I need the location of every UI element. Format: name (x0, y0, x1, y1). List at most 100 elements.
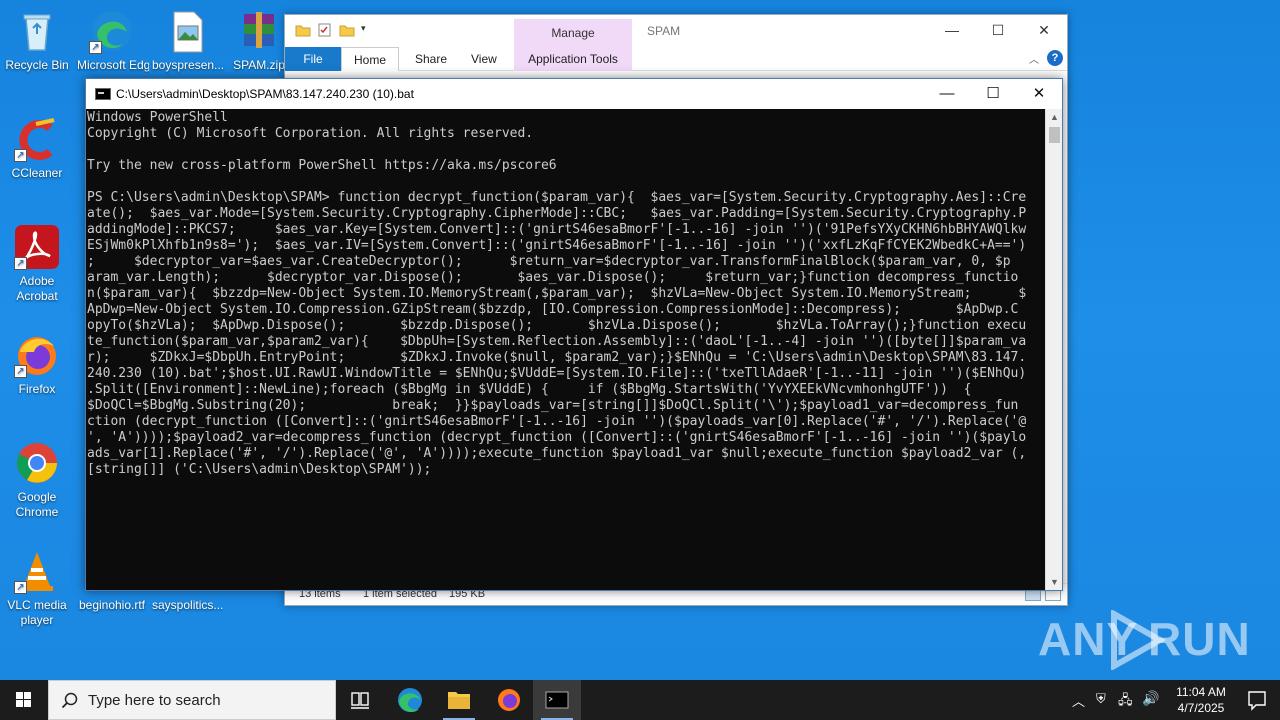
tab-application-tools[interactable]: Application Tools (514, 47, 632, 71)
shortcut-arrow-icon: ↗ (89, 41, 102, 54)
desktop-icon-adobe-acrobat[interactable]: ↗ Adobe Acrobat (0, 224, 74, 304)
scrollbar-thumb[interactable] (1049, 127, 1060, 143)
console-line: te_function($param_var,$param2_var){ $Db… (87, 334, 1027, 349)
console-line: addingMode]::PKCS7; $aes_var.Key=[System… (87, 222, 1027, 237)
console-line: ate(); $aes_var.Mode=[System.Security.Cr… (87, 206, 1027, 221)
clock-time: 11:04 AM (1176, 685, 1226, 699)
desktop-icon-label: Microsoft Edge (77, 58, 149, 72)
maximize-button[interactable]: ☐ (970, 79, 1016, 109)
chevron-up-icon[interactable]: ︿ (1029, 51, 1039, 66)
firefox-icon: ↗ (14, 332, 60, 378)
chevron-down-icon[interactable]: ▾ (361, 23, 377, 37)
notification-icon (1248, 691, 1266, 711)
desktop-icon-label: CCleaner (11, 166, 63, 180)
watermark-right-text: RUN (1148, 613, 1251, 665)
tab-home[interactable]: Home (341, 47, 400, 71)
desktop-icon-label: boyspresen... (152, 58, 225, 72)
tab-file[interactable]: File (285, 47, 341, 71)
desktop-icon-label: sayspolitics... (152, 598, 224, 612)
console-line: n($param_var){ $bzzdp=New-Object System.… (87, 286, 1027, 301)
console-line: Copyright (C) Microsoft Corporation. All… (87, 126, 534, 141)
network-icon[interactable]: 🖧 (1118, 691, 1133, 713)
console-line: r); $ZDkxJ=$DbpUh.EntryPoint; $ZDkxJ.Inv… (87, 350, 1027, 365)
taskbar: Type here to search ︿ ⛨ 🖧 🔊 11:04 AM 4/7… (0, 680, 1280, 720)
desktop-icon-label: Google Chrome (15, 490, 59, 519)
properties-icon[interactable] (317, 23, 333, 37)
explorer-title-bar[interactable]: ▾ Manage SPAM — ☐ ✕ (285, 15, 1067, 47)
volume-icon[interactable]: 🔊 (1142, 690, 1159, 707)
desktop-icon-google-chrome[interactable]: Google Chrome (0, 440, 74, 520)
console-line: Windows PowerShell (87, 110, 228, 125)
close-button[interactable]: ✕ (1021, 15, 1067, 45)
scroll-up-icon[interactable]: ▲ (1046, 109, 1063, 125)
console-line: 240.230 (10).bat';$host.UI.RawUI.WindowT… (87, 366, 1027, 381)
winrar-archive-icon (236, 8, 282, 54)
desktop-icon-label: VLC media player (7, 598, 67, 627)
cmd-icon (95, 88, 111, 100)
console-line: [string[]] ('C:\Users\admin\Desktop\SPAM… (87, 462, 432, 477)
console-output[interactable]: Windows PowerShell Copyright (C) Microsof… (86, 109, 1046, 590)
ccleaner-icon: ↗ (14, 116, 60, 162)
folder-icon (448, 692, 470, 709)
close-button[interactable]: ✕ (1016, 79, 1062, 109)
shortcut-arrow-icon: ↗ (14, 257, 27, 270)
notification-center-button[interactable] (1234, 680, 1280, 720)
image-file-icon (164, 8, 210, 54)
taskbar-command-prompt[interactable] (533, 680, 581, 720)
minimize-button[interactable]: — (929, 15, 975, 45)
console-line: opyTo($hzVLa); $ApDwp.Dispose(); $bzzdp.… (87, 318, 1027, 333)
search-icon (61, 692, 78, 709)
tab-view[interactable]: View (459, 47, 509, 71)
start-button[interactable] (0, 680, 48, 720)
taskbar-file-explorer[interactable] (435, 680, 483, 720)
console-line: ApDwp=New-Object System.IO.Compression.G… (87, 302, 1019, 317)
task-view-button[interactable] (336, 680, 384, 720)
console-scrollbar[interactable]: ▲ ▼ (1045, 109, 1062, 590)
taskbar-edge[interactable] (386, 680, 434, 720)
adobe-acrobat-icon: ↗ (14, 224, 60, 270)
explorer-window-title: SPAM (647, 24, 681, 38)
console-line: PS C:\Users\admin\Desktop\SPAM> function… (87, 190, 1027, 205)
shortcut-arrow-icon: ↗ (14, 365, 27, 378)
chrome-icon (14, 440, 60, 486)
console-line: ction (decrypt_function ([Convert]::('gn… (87, 414, 1027, 429)
desktop-icon-label: Firefox (18, 382, 56, 396)
clock-date: 4/7/2025 (1177, 701, 1225, 715)
desktop-icon-edge[interactable]: ↗ Microsoft Edge (75, 8, 149, 73)
firefox-icon (498, 689, 520, 711)
taskbar-search-box[interactable]: Type here to search (48, 680, 336, 720)
minimize-button[interactable]: — (924, 79, 970, 109)
desktop-icon-firefox[interactable]: ↗ Firefox (0, 332, 74, 397)
console-line: $DoQCl=$BbgMg.Substring(20); break; }}$p… (87, 398, 1019, 413)
desktop-icon-boyspresen[interactable]: boyspresen... (150, 8, 224, 73)
maximize-button[interactable]: ☐ (975, 15, 1021, 45)
console-line: ; $decryptor_var=$aes_var.CreateDecrypto… (87, 254, 1011, 269)
desktop-icon-vlc[interactable]: ↗ VLC media player (0, 548, 74, 628)
desktop-icon-label: Recycle Bin (5, 58, 69, 72)
console-line: ESjWm0kPlXhfb1n9s8='); $aes_var.IV=[Syst… (87, 238, 1027, 253)
windows-logo-icon (16, 692, 31, 707)
console-line: ', 'A'))));$payload2_var=decompress_func… (87, 430, 1027, 445)
new-folder-icon[interactable] (339, 23, 355, 37)
desktop-icon-recycle-bin[interactable]: Recycle Bin (0, 8, 74, 73)
console-line: ads_var[1].Replace('#', '/').Replace('@'… (87, 446, 1027, 461)
console-title-bar[interactable]: C:\Users\admin\Desktop\SPAM\83.147.240.2… (86, 79, 1062, 109)
taskbar-firefox[interactable] (485, 680, 533, 720)
tab-share[interactable]: Share (403, 47, 459, 71)
command-prompt-window[interactable]: C:\Users\admin\Desktop\SPAM\83.147.240.2… (85, 78, 1063, 591)
folder-icon[interactable] (295, 23, 311, 37)
scroll-down-icon[interactable]: ▼ (1046, 574, 1063, 590)
security-icon[interactable]: ⛨ (1096, 691, 1106, 707)
taskbar-clock[interactable]: 11:04 AM 4/7/2025 (1170, 684, 1232, 716)
cmd-icon (545, 691, 569, 709)
desktop-icon-ccleaner[interactable]: ↗ CCleaner (0, 116, 74, 181)
system-tray: ︿ ⛨ 🖧 🔊 (1066, 680, 1166, 720)
edge-icon: ↗ (89, 8, 135, 54)
help-icon[interactable]: ? (1047, 50, 1063, 66)
anyrun-watermark: ANY RUN (1038, 610, 1250, 672)
recycle-bin-icon (14, 8, 60, 54)
manage-context-tab[interactable]: Manage (514, 19, 632, 47)
chevron-up-icon[interactable]: ︿ (1072, 691, 1085, 710)
